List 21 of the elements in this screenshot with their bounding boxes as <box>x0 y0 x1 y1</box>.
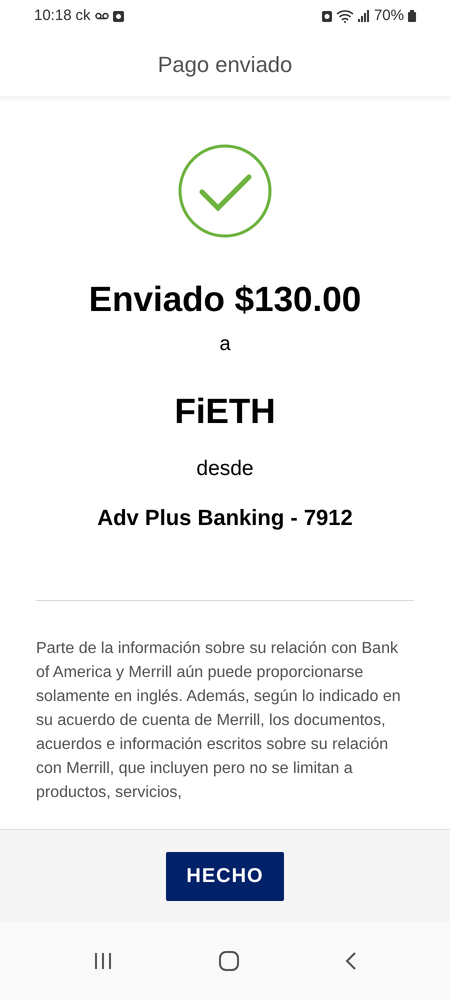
recent-apps-icon[interactable] <box>93 952 113 970</box>
from-label: desde <box>196 456 254 482</box>
battery-icon <box>408 10 416 22</box>
alarm-icon <box>322 10 332 22</box>
carrier-label: ck <box>76 6 91 26</box>
amount-sent: Enviado $130.00 <box>88 280 362 320</box>
recipient-name: FiETH <box>174 392 276 432</box>
disclaimer-text: Parte de la información sobre su relación con Bank of America y Merrill aún puede proporcionarse solamente en inglés. Además, según lo indicado en su acuerdo de cuenta de Merrill, los documentos, acuerdos e información escritos sobre su relación con Merrill, que incluyen pero no se limitan a productos, servicios, <box>36 639 402 803</box>
signal-icon <box>358 10 370 22</box>
checkmark-circle-icon <box>178 144 272 238</box>
back-icon[interactable] <box>345 951 357 971</box>
done-button[interactable]: HECHO <box>166 852 284 900</box>
account-name: Adv Plus Banking - 7912 <box>97 504 353 532</box>
voicemail-icon <box>94 12 109 20</box>
notification-icon <box>112 10 124 22</box>
home-icon[interactable] <box>219 951 239 971</box>
wifi-icon <box>336 10 354 22</box>
battery-percent: 70% <box>374 6 404 26</box>
page-title: Pago enviado <box>158 50 292 79</box>
status-time: 10:18 <box>34 6 72 26</box>
to-label: a <box>219 332 231 356</box>
